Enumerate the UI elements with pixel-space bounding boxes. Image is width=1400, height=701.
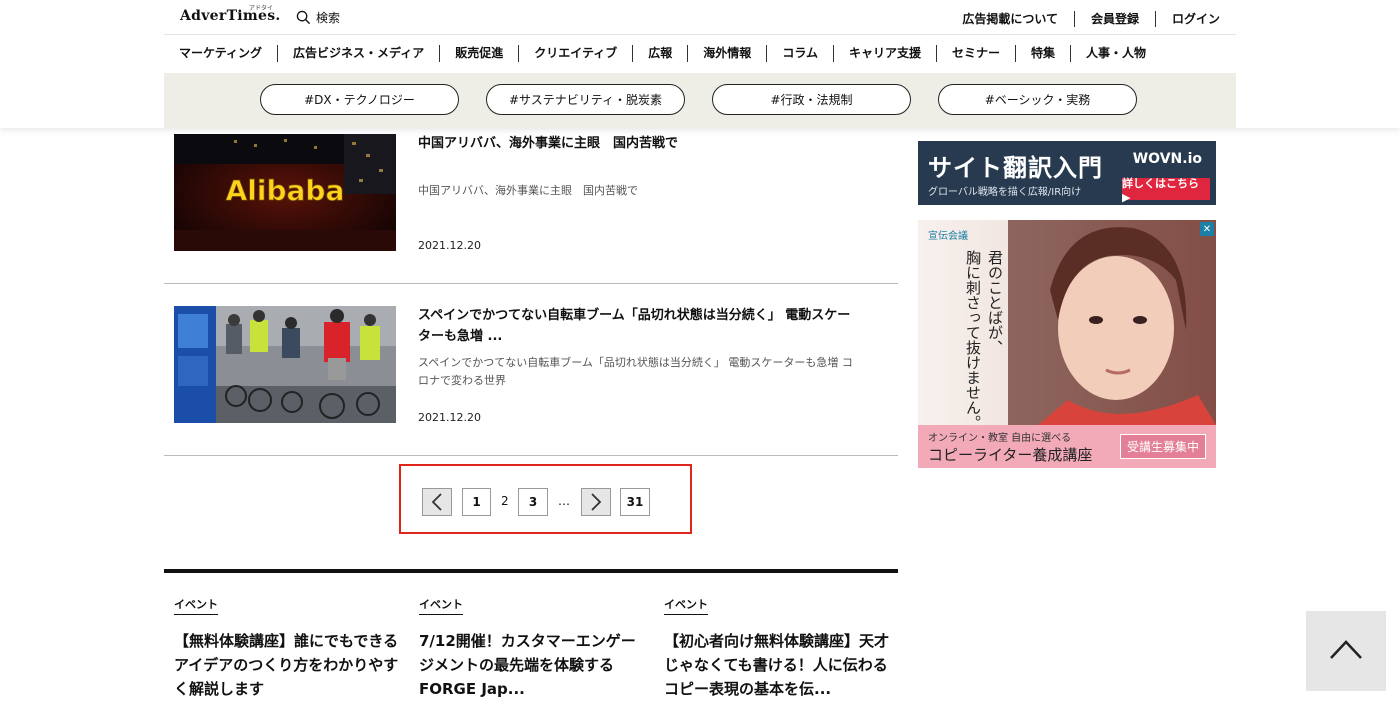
event-title-line: コピー表現の基本を伝...: [664, 680, 832, 698]
event-title-line: ジメントの最先端を体験する: [419, 656, 615, 674]
chevron-right-icon: [591, 493, 602, 511]
article-description: 中国アリババ、海外事業に主眼 国内苦戦で: [418, 184, 638, 197]
nav-item-pr[interactable]: 広報: [632, 45, 687, 62]
article-title[interactable]: 中国アリババ、海外事業に主眼 国内苦戦で: [418, 133, 888, 154]
article-thumbnail-alibaba[interactable]: Alibaba: [174, 134, 396, 251]
next-page-button[interactable]: [581, 488, 611, 516]
ad-badge[interactable]: 受講生募集中: [1119, 434, 1206, 459]
nav-item-career[interactable]: キャリア支援: [832, 45, 936, 62]
wovn-logo: WOVN.io: [1132, 151, 1202, 167]
main-nav: マーケティング 広告ビジネス・メディア 販売促進 クリエイティブ 広報 海外情報…: [164, 45, 1161, 62]
event-tag[interactable]: イベント: [174, 596, 218, 615]
page-1-button[interactable]: 1: [462, 488, 491, 516]
article-thumbnail-bicycles[interactable]: [174, 306, 396, 423]
nav-item-ad-business[interactable]: 広告ビジネス・メディア: [277, 45, 439, 62]
nav-item-people[interactable]: 人事・人物: [1070, 45, 1161, 62]
login-link[interactable]: ログイン: [1154, 11, 1220, 27]
tag-bar: #DX・テクノロジー #サステナビリティ・脱炭素 #行政・法規制 #ベーシック・…: [164, 73, 1236, 128]
last-page-button[interactable]: 31: [620, 488, 650, 516]
tag-basics[interactable]: #ベーシック・実務: [938, 84, 1137, 115]
ad-catchcopy-line: 胸に刺さって抜けません。: [964, 250, 982, 430]
search-icon: [296, 10, 311, 25]
ad-cta-button[interactable]: 詳しくはこちら ▶: [1122, 177, 1210, 204]
event-title-line: 【初心者向け無料体験講座】天才: [664, 632, 890, 650]
chevron-up-icon: [1330, 640, 1362, 659]
event-title-line: く解説します: [174, 680, 265, 698]
ad-headline: サイト翻訳入門: [928, 154, 1103, 182]
article-title-line: スペインでかつてない自転車ブーム「品切れ状態は当分続く」 電動スケー: [418, 308, 851, 323]
site-header: AdverTimes. アドタイ 検索 広告掲載について 会員登録 ログイン マ…: [0, 0, 1400, 128]
event-tag[interactable]: イベント: [419, 596, 463, 615]
event-title-line: 7/12開催！カスタマーエンゲー: [419, 632, 636, 650]
event-title[interactable]: 【初心者向け無料体験講座】天才 じゃなくても書ける！人に伝わる コピー表現の基本…: [664, 629, 892, 701]
ad-catchcopy-line: 君のことばが、: [986, 250, 1004, 355]
article-item[interactable]: スペインでかつてない自転車ブーム「品切れ状態は当分続く」 電動スケー ターも急増…: [164, 283, 898, 456]
current-page: 2: [501, 494, 509, 508]
nav-item-feature[interactable]: 特集: [1014, 45, 1070, 62]
event-title-line: じゃなくても書ける！人に伝わる: [664, 656, 888, 674]
alibaba-sign-text: Alibaba: [226, 174, 345, 207]
event-title[interactable]: 7/12開催！カスタマーエンゲー ジメントの最先端を体験する FORGE Jap…: [419, 629, 647, 701]
section-divider: [164, 569, 898, 573]
logo-ruby: アドタイ: [249, 5, 274, 12]
tag-sustainability[interactable]: #サステナビリティ・脱炭素: [486, 84, 685, 115]
article-description: スペインでかつてない自転車ブーム「品切れ状態は当分続く」 電動スケーターも急増 …: [418, 354, 888, 390]
event-title[interactable]: 【無料体験講座】誰にでもできる アイデアのつくり方をわかりやす く解説します: [174, 629, 402, 701]
copywriter-course-ad[interactable]: 宣伝会議 君のことばが、 胸に刺さって抜けません。 ✕ オンライン・教室 自由に…: [918, 220, 1216, 468]
top-links: 広告掲載について 会員登録 ログイン: [946, 11, 1220, 27]
prev-page-button[interactable]: [422, 488, 452, 516]
pagination-ellipsis: …: [558, 494, 570, 508]
ad-footer: オンライン・教室 自由に選べる コピーライター養成講座 受講生募集中: [918, 425, 1216, 468]
event-title-line: FORGE Jap...: [419, 680, 525, 698]
nav-item-column[interactable]: コラム: [766, 45, 833, 62]
ad-course-name: コピーライター養成講座: [928, 446, 1093, 464]
ad-close-icon[interactable]: ✕: [1200, 222, 1214, 236]
article-date: 2021.12.20: [418, 239, 481, 252]
page-3-button[interactable]: 3: [518, 488, 548, 516]
ad-catchcopy: 君のことばが、 胸に刺さって抜けません。: [962, 250, 1006, 430]
article-item[interactable]: Alibaba 中国アリババ、海外事業に主眼 国内苦戦で 中国アリババ、海外事業…: [164, 111, 898, 284]
search-button[interactable]: 検索: [296, 9, 340, 26]
nav-item-seminar[interactable]: セミナー: [935, 45, 1015, 62]
sendenkaigi-logo: 宣伝会議: [928, 231, 968, 242]
event-title-line: 【無料体験講座】誰にでもできる: [174, 632, 399, 650]
search-label: 検索: [316, 11, 341, 25]
nav-item-marketing[interactable]: マーケティング: [164, 45, 277, 62]
register-link[interactable]: 会員登録: [1073, 11, 1155, 27]
article-date: 2021.12.20: [418, 411, 481, 424]
nav-item-overseas[interactable]: 海外情報: [687, 45, 766, 62]
nav-item-sales-promotion[interactable]: 販売促進: [439, 45, 518, 62]
ad-info-link[interactable]: 広告掲載について: [946, 11, 1074, 27]
article-description-line: スペインでかつてない自転車ブーム「品切れ状態は当分続く」 電動スケーターも急増 …: [418, 356, 853, 369]
wovn-banner-ad[interactable]: サイト翻訳入門 WOVN.io グローバル戦略を描く広報/IR向け 詳しくはこち…: [918, 141, 1216, 205]
event-title-line: アイデアのつくり方をわかりやす: [174, 656, 399, 674]
cyclists-image: [174, 306, 396, 423]
back-to-top-button[interactable]: [1306, 611, 1386, 691]
article-title-line: ターも急増 ...: [418, 329, 503, 344]
chevron-left-icon: [431, 493, 442, 511]
event-tag[interactable]: イベント: [664, 596, 708, 615]
header-divider: [164, 34, 1236, 35]
tag-regulation[interactable]: #行政・法規制: [712, 84, 911, 115]
tag-dx[interactable]: #DX・テクノロジー: [260, 84, 459, 115]
ad-subtext: グローバル戦略を描く広報/IR向け: [928, 187, 1082, 198]
alibaba-sign-image: Alibaba: [174, 134, 396, 251]
article-description-line: ロナで変わる世界: [418, 374, 506, 387]
nav-item-creative[interactable]: クリエイティブ: [518, 45, 632, 62]
article-title[interactable]: スペインでかつてない自転車ブーム「品切れ状態は当分続く」 電動スケー ターも急増…: [418, 305, 888, 347]
ad-footer-text: オンライン・教室 自由に選べる: [928, 433, 1072, 444]
